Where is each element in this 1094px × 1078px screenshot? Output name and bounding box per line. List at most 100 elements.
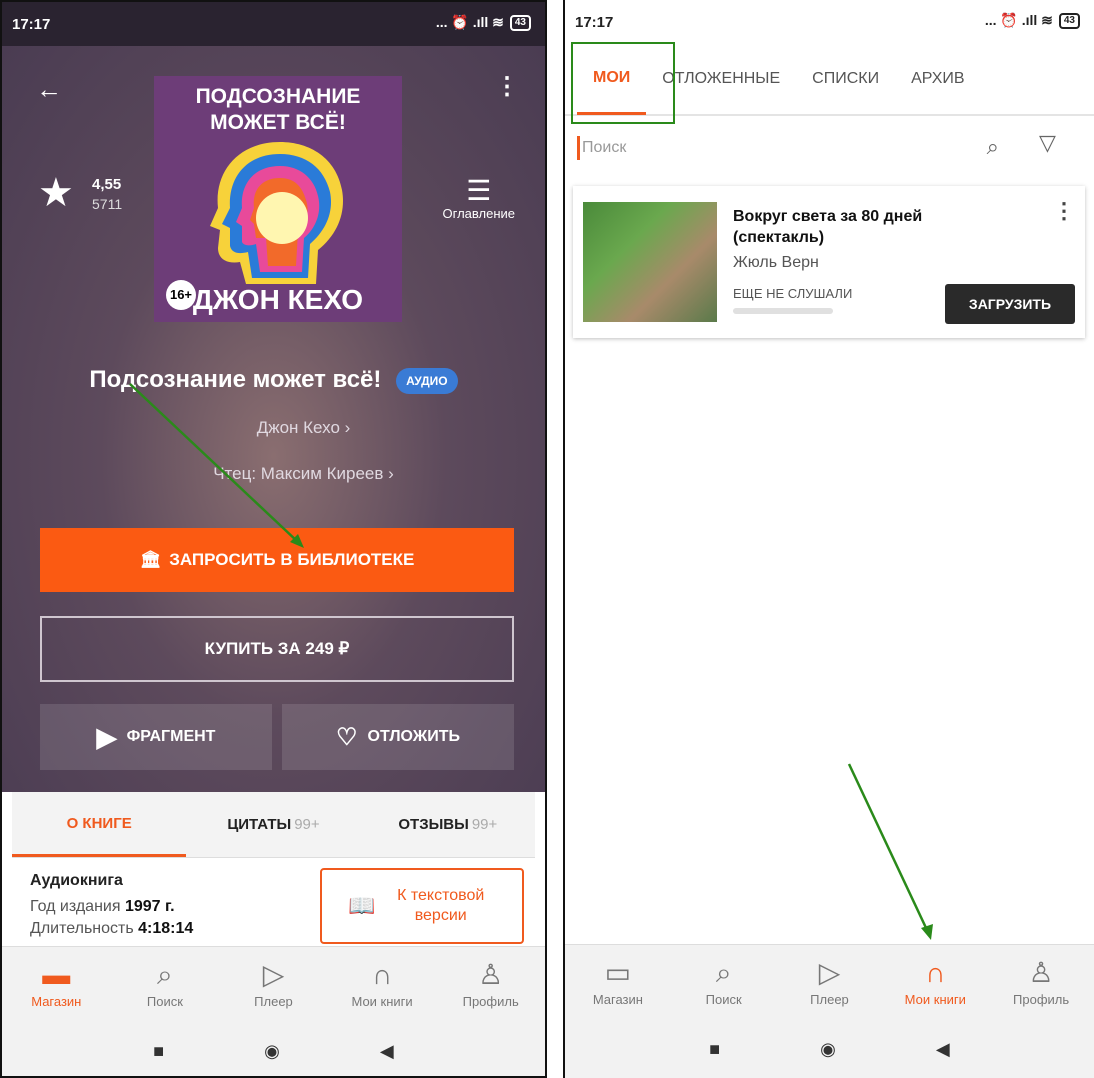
back-triangle-icon[interactable]: ◀	[380, 1041, 394, 1062]
audio-badge: АУДИО	[396, 367, 458, 394]
tab-quotes[interactable]: ЦИТАТЫ 99+	[186, 792, 360, 857]
about-section: Аудиокнига Год издания 1997 г. Длительно…	[30, 872, 193, 938]
nav-store[interactable]: ▭ Магазин	[565, 945, 671, 1020]
year-label: Год издания	[30, 898, 121, 915]
request-button-label: ЗАПРОСИТЬ В БИБЛИОТЕКЕ	[169, 550, 415, 569]
home-icon[interactable]: ◉	[264, 1041, 280, 1062]
book-thumbnail	[583, 202, 717, 322]
right-screen: 17:17 ... ⏰ .ıll ≋ 43 МОИ ОТЛОЖЕННЫЕ СПИ…	[563, 0, 1094, 1078]
cover-title-line2: МОЖЕТ ВСЁ!	[210, 111, 346, 134]
search-placeholder: Поиск	[582, 139, 627, 156]
library-icon: 🏛	[139, 550, 162, 569]
status-icons: ... ⏰ .ıll ≋ 43	[985, 12, 1080, 29]
tab-about-book[interactable]: О КНИГЕ	[12, 792, 187, 857]
table-of-contents-button[interactable]: ☰ Оглавление	[443, 176, 515, 222]
text-version-button[interactable]: 📖 К текстовой версии	[320, 868, 524, 944]
recents-icon[interactable]: ■	[153, 1041, 164, 1062]
play-outline-icon: ▷	[818, 957, 841, 988]
rating-value: 4,55	[92, 176, 122, 193]
year-row: Год издания 1997 г.	[30, 898, 193, 916]
status-time: 17:17	[12, 16, 51, 33]
duration-label: Длительность	[30, 920, 134, 937]
postpone-button[interactable]: ♡ ОТЛОЖИТЬ	[282, 704, 514, 770]
nav-profile[interactable]: ♙ Профиль	[988, 945, 1094, 1020]
book-icon: 📖	[348, 893, 376, 918]
book-cover: ПОДСОЗНАНИЕ МОЖЕТ ВСЁ! 16+ ДЖОН КЕХО	[154, 76, 402, 322]
nav-label: Мои книги	[904, 992, 966, 1007]
book-card[interactable]: Вокруг света за 80 дней (спектакль) Жюль…	[573, 186, 1085, 338]
head-silhouette-icon	[210, 142, 343, 284]
duration-row: Длительность 4:18:14	[30, 920, 193, 938]
signal-icons: ... ⏰ .ıll ≋	[435, 14, 504, 30]
profile-icon: ♙	[1028, 957, 1054, 988]
duration-value: 4:18:14	[138, 920, 194, 937]
fragment-button-label: ФРАГМЕНТ	[126, 728, 216, 745]
request-in-library-button[interactable]: 🏛 ЗАПРОСИТЬ В БИБЛИОТЕКЕ	[40, 528, 514, 592]
nav-my-books[interactable]: ∩ Мои книги	[882, 945, 988, 1020]
tab-archive[interactable]: АРХИВ	[895, 43, 980, 115]
home-icon[interactable]: ◉	[820, 1039, 836, 1060]
tab-count: 99+	[471, 816, 498, 833]
back-triangle-icon[interactable]: ◀	[936, 1039, 950, 1060]
signal-icons: ... ⏰ .ıll ≋	[984, 12, 1053, 28]
fragment-button[interactable]: ▶ ФРАГМЕНТ	[40, 704, 272, 770]
play-icon: ▶	[96, 721, 117, 752]
tab-lists[interactable]: СПИСКИ	[796, 43, 895, 115]
nav-search[interactable]: ⌕ Поиск	[111, 947, 220, 1022]
nav-label: Поиск	[146, 994, 183, 1009]
book-title: Подсознание может всё! АУДИО	[2, 366, 545, 394]
book-hero: ← ⋮ ПОДСОЗНАНИЕ МОЖЕТ ВСЁ! 16+ ДЖОН КЕХО…	[2, 46, 545, 792]
nav-my-books[interactable]: ∩ Мои книги	[328, 947, 437, 1022]
tab-reviews[interactable]: ОТЗЫВЫ 99+	[361, 792, 535, 857]
more-menu-icon[interactable]: ⋮	[1053, 198, 1075, 224]
buy-button-label: КУПИТЬ ЗА 249 ₽	[204, 639, 350, 658]
search-icon: ⌕	[157, 959, 173, 990]
download-button[interactable]: ЗАГРУЗИТЬ	[945, 284, 1075, 324]
book-progress-bar	[733, 308, 833, 314]
back-arrow-icon[interactable]: ←	[36, 74, 62, 105]
nav-player[interactable]: ▷ Плеер	[777, 945, 883, 1020]
search-icon[interactable]: ⌕	[987, 134, 999, 160]
about-heading: Аудиокнига	[30, 872, 123, 889]
nav-store[interactable]: ▬ Магазин	[2, 947, 111, 1022]
nav-label: Плеер	[810, 992, 849, 1007]
nav-search[interactable]: ⌕ Поиск	[671, 945, 777, 1020]
text-caret	[577, 136, 580, 160]
nav-player[interactable]: ▷ Плеер	[219, 947, 328, 1022]
recents-icon[interactable]: ■	[709, 1039, 720, 1060]
store-icon: ▬	[42, 959, 71, 990]
postpone-button-label: ОТЛОЖИТЬ	[367, 728, 461, 745]
nav-label: Профиль	[1013, 992, 1070, 1007]
bottom-nav: ▬ Магазин ⌕ Поиск ▷ Плеер ∩ Мои книги ♙ …	[2, 946, 545, 1022]
bottom-nav: ▭ Магазин ⌕ Поиск ▷ Плеер ∩ Мои книги ♙ …	[565, 944, 1094, 1020]
nav-profile[interactable]: ♙ Профиль	[436, 947, 545, 1022]
play-outline-icon: ▷	[262, 959, 285, 990]
reader-link[interactable]: Чтец: Максим Киреев ›	[2, 464, 545, 484]
search-input[interactable]: Поиск ⌕	[573, 124, 1025, 172]
nav-label: Плеер	[254, 994, 293, 1009]
headphones-icon: ∩	[372, 959, 393, 990]
more-menu-icon[interactable]: ⋮	[495, 72, 519, 101]
filter-icon[interactable]: ▽	[1039, 130, 1056, 156]
cover-title-line1: ПОДСОЗНАНИЕ	[195, 85, 361, 108]
cover-author: ДЖОН КЕХО	[192, 284, 364, 315]
battery-icon: 43	[1058, 12, 1080, 29]
status-bar: 17:17 ... ⏰ .ıll ≋ 43	[2, 2, 545, 46]
profile-icon: ♙	[478, 959, 504, 990]
tab-count: 99+	[294, 816, 320, 833]
heart-icon: ♡	[335, 723, 358, 751]
buy-button[interactable]: КУПИТЬ ЗА 249 ₽	[40, 616, 514, 682]
system-nav-bar: ■ ◉ ◀	[565, 1020, 1094, 1078]
store-icon: ▭	[604, 957, 632, 988]
status-icons: ... ⏰ .ıll ≋ 43	[436, 14, 531, 31]
book-tabs: О КНИГЕ ЦИТАТЫ 99+ ОТЗЫВЫ 99+	[12, 792, 535, 858]
headphones-icon: ∩	[925, 957, 946, 988]
author-link[interactable]: Джон Кехо ›	[2, 418, 545, 438]
tab-label: О КНИГЕ	[66, 814, 132, 832]
system-nav-bar: ■ ◉ ◀	[2, 1022, 545, 1076]
tab-label: ОТЗЫВЫ	[398, 816, 469, 833]
nav-label: Магазин	[31, 994, 82, 1009]
annotation-highlight-box	[571, 42, 675, 124]
battery-icon: 43	[509, 14, 531, 31]
star-icon: ★	[38, 171, 74, 215]
